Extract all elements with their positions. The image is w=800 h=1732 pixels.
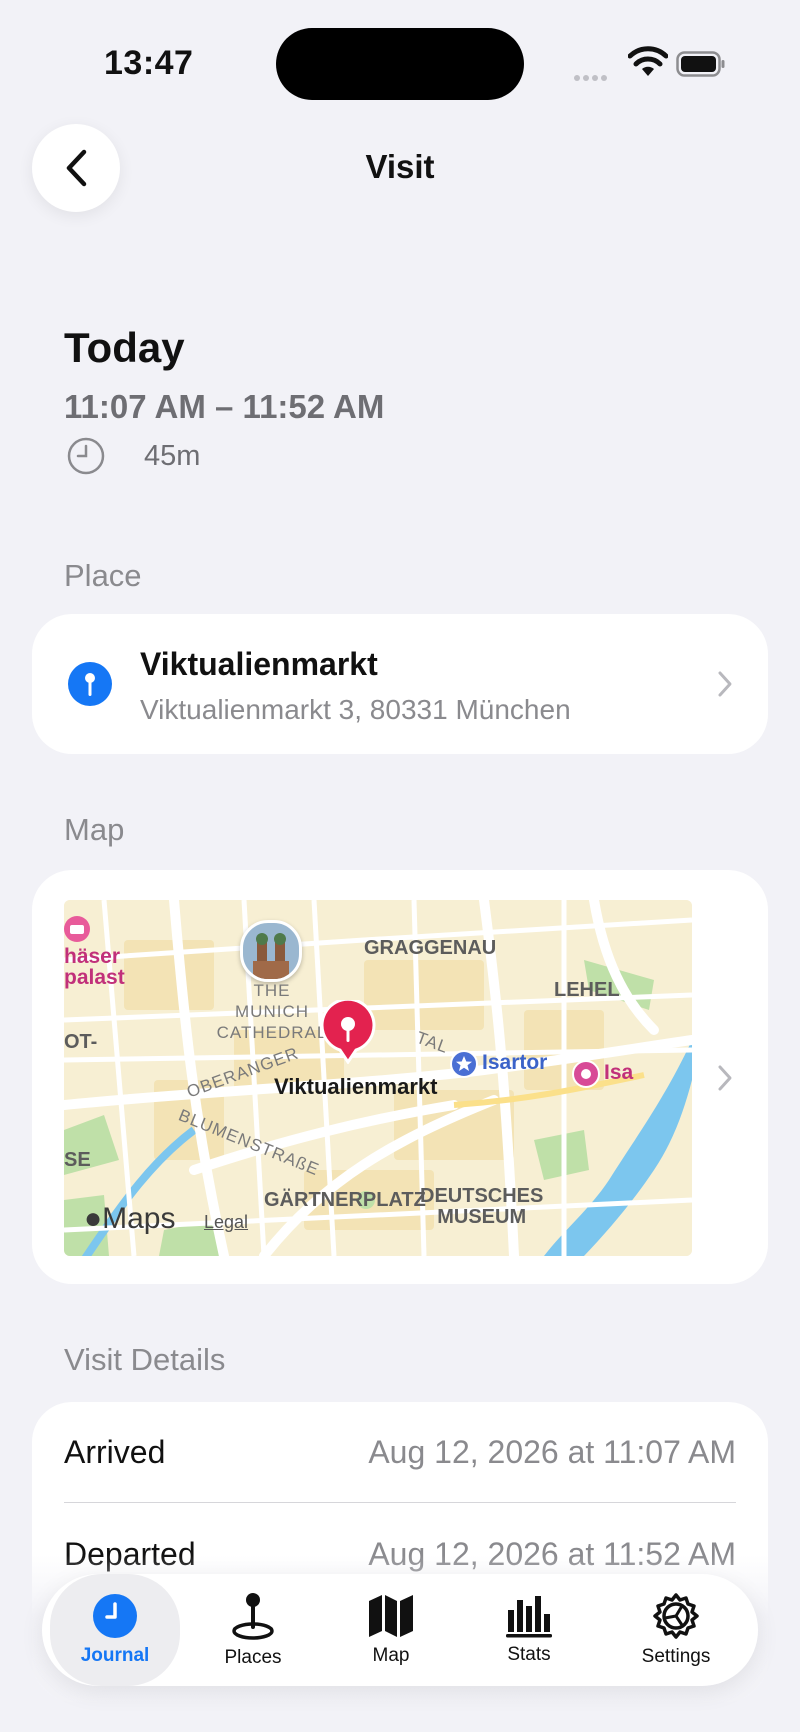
tab-stats[interactable]: Stats [464,1574,594,1686]
map-label-cathedral: THE MUNICH CATHEDRAL [216,981,328,1042]
arrived-value: Aug 12, 2026 at 11:07 AM [368,1434,736,1470]
poi-pink-icon[interactable] [572,1060,600,1088]
place-address: Viktualienmarkt 3, 80331 München [140,694,571,725]
apple-maps-attribution[interactable]: ●Maps [84,1202,175,1236]
section-label-map: Map [64,812,125,847]
wifi-icon [628,46,668,76]
map-label-isartor: Isartor [482,1051,548,1074]
map-card[interactable]: THE MUNICH CATHEDRAL GRAGGENAU LEHEL häs… [32,870,768,1284]
map-pin-icon[interactable] [320,1000,376,1064]
visit-duration: 45m [144,440,201,472]
section-label-place: Place [64,558,142,593]
visit-day: Today [64,324,185,371]
cellular-signal-icon [574,68,610,86]
clock-icon [93,1594,137,1638]
map-preview[interactable]: THE MUNICH CATHEDRAL GRAGGENAU LEHEL häs… [64,900,692,1256]
map-label-lehel: LEHEL [554,979,620,1001]
map-legal-link[interactable]: Legal [204,1212,248,1233]
apple-logo-icon: ● [84,1202,103,1235]
chevron-right-icon [718,671,732,697]
tab-journal[interactable]: Journal [50,1574,180,1686]
cinema-icon [64,916,90,942]
cathedral-marker[interactable] [240,920,302,982]
tab-bar: Journal Places Map Stats Settings [42,1574,758,1686]
map-label-deutsches-museum: DEUTSCHES MUSEUM [420,1185,544,1228]
clock-icon [67,437,105,475]
status-time: 13:47 [104,44,194,82]
chevron-right-icon [718,1065,732,1091]
cathedral-icon [253,933,289,979]
map-icon [369,1595,413,1637]
place-name: Viktualienmarkt [140,646,378,682]
gear-icon [653,1593,699,1639]
map-label-graggenau: GRAGGENAU [364,937,497,959]
map-label-ot: OT- [64,1031,98,1053]
map-label-gaertnerplatz: GÄRTNERPLATZ [264,1189,426,1211]
map-label-isa: Isa [604,1061,634,1084]
location-pin-icon [68,662,112,706]
visit-time-range: 11:07 AM – 11:52 AM [64,388,385,425]
map-label-se: SE [64,1149,91,1171]
section-label-details: Visit Details [64,1342,226,1377]
tab-places[interactable]: Places [188,1574,318,1686]
dynamic-island [276,28,524,100]
isartor-star-icon[interactable] [450,1050,478,1078]
tab-map[interactable]: Map [326,1574,456,1686]
divider [64,1502,736,1503]
page-title: Visit [365,148,435,185]
arrived-label: Arrived [64,1434,166,1470]
battery-icon [676,51,725,77]
pin-icon [232,1593,274,1640]
map-pin-label: Viktualienmarkt [274,1074,438,1099]
tab-settings[interactable]: Settings [602,1574,750,1686]
map-label-haeser: häser palast [64,945,125,989]
chart-icon [506,1596,552,1638]
place-card[interactable]: Viktualienmarkt Viktualienmarkt 3, 80331… [32,614,768,754]
